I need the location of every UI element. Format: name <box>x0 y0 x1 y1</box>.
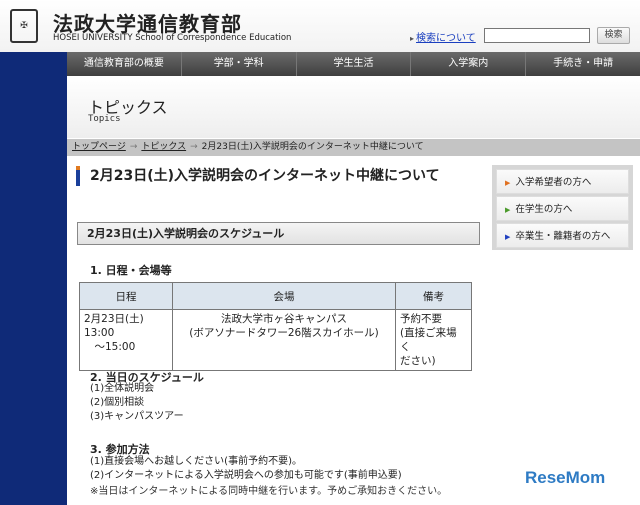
heading-date-venue: 1. 日程・会場等 <box>90 264 172 277</box>
list-item: (2)インターネットによる入学説明会への参加も可能です(事前申込要) <box>90 470 402 481</box>
cell-date: 2月23日(土) 13:00 ～15:00 <box>79 309 173 371</box>
arrow-icon: → <box>129 142 138 152</box>
search-help-link[interactable]: 検索について <box>410 29 476 44</box>
site-subtitle: HOSEI UNIVERSITY School of Correspondenc… <box>53 33 292 43</box>
time-start: 13:00 <box>84 327 115 339</box>
sidebar-item-prospective[interactable]: ▶ 入学希望者の方へ <box>496 169 629 194</box>
breadcrumb: トップページ → トピックス → 2月23日(土)入学説明会のインターネット中継について <box>67 139 640 156</box>
list-item: (1)全体説明会 <box>90 383 155 394</box>
col-venue: 会場 <box>172 282 396 310</box>
sidebar-item-graduates[interactable]: ▶ 卒業生・離籍者の方へ <box>496 223 629 248</box>
sidebar-item-label: 卒業生・離籍者の方へ <box>515 231 611 242</box>
list-item: (2)個別相談 <box>90 397 145 408</box>
note-2: (直接ご来場く <box>400 327 457 353</box>
page-title: 2月23日(土)入学説明会のインターネット中継について <box>76 166 440 186</box>
watermark-logo: ReseMom <box>525 468 606 487</box>
left-decor-bar <box>0 52 67 505</box>
col-note: 備考 <box>395 282 472 310</box>
breadcrumb-topics[interactable]: トピックス <box>141 142 186 152</box>
search-input[interactable] <box>484 28 590 43</box>
schedule-list: (1)全体説明会 (2)個別相談 (3)キャンパスツアー <box>90 382 184 424</box>
sidebar-menu: ▶ 入学希望者の方へ ▶ 在学生の方へ ▶ 卒業生・離籍者の方へ <box>492 165 633 250</box>
schedule-table: 日程 会場 備考 2月23日(土) 13:00 ～15:00 法政大学市ヶ谷キャンパス… <box>79 282 472 371</box>
breadcrumb-current: 2月23日(土)入学説明会のインターネット中継について <box>201 142 424 152</box>
note-3: ださい) <box>400 355 436 367</box>
triangle-right-icon: ▶ <box>505 206 511 214</box>
venue-hall: (ボアソナードタワー26階スカイホール) <box>189 327 379 339</box>
cell-venue: 法政大学市ヶ谷キャンパス (ボアソナードタワー26階スカイホール) <box>172 309 396 371</box>
date-text: 2月23日(土) <box>84 313 144 325</box>
nav-student-life[interactable]: 学生生活 <box>297 52 412 76</box>
main-nav: 通信教育部の概要 学部・学科 学生生活 入学案内 手続き・申請 <box>67 52 640 76</box>
cell-note: 予約不要 (直接ご来場ください) <box>395 309 472 371</box>
list-item: (1)直接会場へお越しください(事前予約不要)。 <box>90 456 302 467</box>
breadcrumb-home[interactable]: トップページ <box>72 142 126 152</box>
topics-subtitle: Topics <box>88 114 121 124</box>
nav-procedures[interactable]: 手続き・申請 <box>526 52 640 76</box>
nav-admission[interactable]: 入学案内 <box>411 52 527 76</box>
sidebar-item-current[interactable]: ▶ 在学生の方へ <box>496 196 629 221</box>
university-logo[interactable]: ✠ <box>10 9 38 43</box>
triangle-right-icon: ▶ <box>505 233 511 241</box>
sidebar-item-label: 在学生の方へ <box>515 204 573 215</box>
search-button[interactable]: 検索 <box>597 27 630 44</box>
venue-name: 法政大学市ヶ谷キャンパス <box>221 313 347 325</box>
nav-faculty[interactable]: 学部・学科 <box>182 52 297 76</box>
col-date: 日程 <box>79 282 173 310</box>
sidebar-item-label: 入学希望者の方へ <box>515 177 592 188</box>
section-heading: 2月23日(土)入学説明会のスケジュール <box>77 222 480 245</box>
nav-overview[interactable]: 通信教育部の概要 <box>67 52 182 76</box>
list-item: (3)キャンパスツアー <box>90 411 184 422</box>
notice-text: ※当日はインターネットによる同時中継を行います。予めご承知おきください。 <box>90 486 448 497</box>
time-end: ～15:00 <box>84 341 136 353</box>
triangle-right-icon: ▶ <box>505 179 511 187</box>
note-1: 予約不要 <box>400 313 442 325</box>
methods-list: (1)直接会場へお越しください(事前予約不要)。 (2)インターネットによる入学… <box>90 455 447 499</box>
arrow-icon: → <box>190 142 198 152</box>
table-row: 2月23日(土) 13:00 ～15:00 法政大学市ヶ谷キャンパス (ボアソナード… <box>79 309 472 371</box>
